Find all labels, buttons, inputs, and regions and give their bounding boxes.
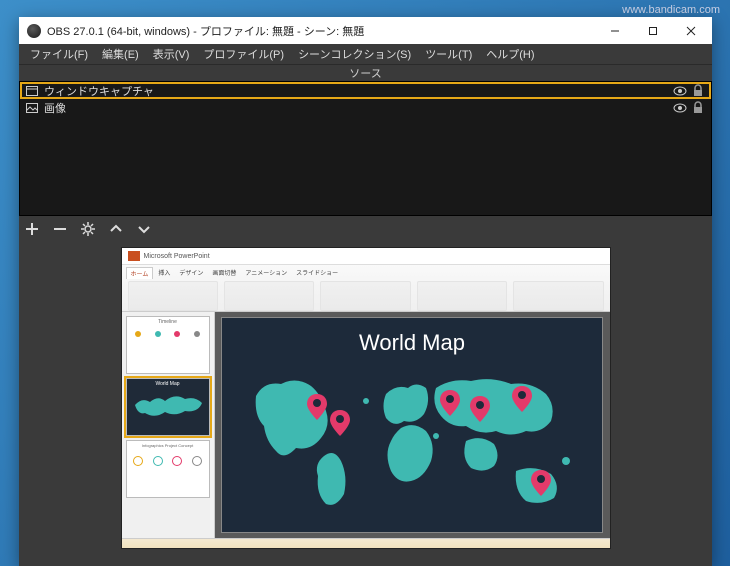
ribbon-tab: デザイン (175, 267, 207, 279)
move-up-button[interactable] (109, 222, 123, 236)
sources-toolbar (19, 216, 712, 242)
menubar: ファイル(F) 編集(E) 表示(V) プロファイル(P) シーンコレクション(… (19, 44, 712, 64)
thumb-label: Infographics Project Concept (129, 443, 207, 448)
powerpoint-titlebar: Microsoft PowerPoint (122, 248, 610, 265)
menu-edit[interactable]: 編集(E) (95, 44, 146, 64)
window-title: OBS 27.0.1 (64-bit, windows) - プロファイル: 無… (47, 23, 596, 39)
ribbon-tab: アニメーション (241, 267, 291, 279)
remove-source-button[interactable] (53, 222, 67, 236)
menu-scene-collection[interactable]: シーンコレクション(S) (291, 44, 418, 64)
menu-tools[interactable]: ツール(T) (418, 44, 479, 64)
menu-help[interactable]: ヘルプ(H) (479, 44, 541, 64)
world-map-graphic (236, 366, 588, 522)
map-pin-icon (330, 410, 350, 436)
obs-window: OBS 27.0.1 (64-bit, windows) - プロファイル: 無… (19, 17, 712, 566)
ribbon-tab: 挿入 (154, 267, 174, 279)
map-pin-icon (470, 396, 490, 422)
source-properties-button[interactable] (81, 222, 95, 236)
slide-thumb: Infographics Project Concept (126, 440, 210, 498)
minimize-button[interactable] (596, 17, 634, 44)
visibility-icon[interactable] (673, 84, 687, 98)
close-button[interactable] (672, 17, 710, 44)
sources-list: ウィンドウキャプチャ 画像 (19, 81, 712, 216)
slide-thumb: Timeline (126, 316, 210, 374)
preview-area: Microsoft PowerPoint ホーム 挿入 デザイン 画面切替 アニ… (19, 242, 712, 566)
menu-profile[interactable]: プロファイル(P) (196, 44, 291, 64)
desktop-background: www.bandicam.com OBS 27.0.1 (64-bit, win… (0, 0, 730, 566)
window-icon (26, 86, 38, 96)
thumb-label: Timeline (129, 319, 207, 325)
source-label: ウィンドウキャプチャ (44, 83, 669, 99)
visibility-icon[interactable] (673, 101, 687, 115)
powerpoint-ribbon: ホーム 挿入 デザイン 画面切替 アニメーション スライドショー (122, 265, 610, 312)
image-icon (26, 103, 38, 113)
lock-icon[interactable] (691, 84, 705, 98)
ribbon-tab: ホーム (126, 267, 154, 279)
map-pin-icon (440, 390, 460, 416)
map-pin-icon (307, 394, 327, 420)
powerpoint-statusbar (122, 538, 610, 548)
slide-thumbnails: Timeline World Map Infographics Project … (122, 312, 215, 538)
source-item-window-capture[interactable]: ウィンドウキャプチャ (20, 82, 711, 99)
menu-view[interactable]: 表示(V) (146, 44, 197, 64)
ribbon-tab: スライドショー (292, 267, 342, 279)
watermark-text: www.bandicam.com (622, 4, 720, 16)
slide-title-text: World Map (222, 330, 602, 356)
sources-panel-header: ソース (19, 64, 712, 81)
slide-thumb-selected: World Map (126, 378, 210, 436)
slide-editor: World Map (215, 312, 610, 538)
menu-file[interactable]: ファイル(F) (23, 44, 95, 64)
map-pin-icon (512, 386, 532, 412)
source-label: 画像 (44, 100, 669, 116)
lock-icon[interactable] (691, 101, 705, 115)
ribbon-tab: 画面切替 (208, 267, 240, 279)
add-source-button[interactable] (25, 222, 39, 236)
captured-powerpoint-window: Microsoft PowerPoint ホーム 挿入 デザイン 画面切替 アニ… (122, 248, 610, 548)
map-pin-icon (531, 470, 551, 496)
titlebar[interactable]: OBS 27.0.1 (64-bit, windows) - プロファイル: 無… (19, 17, 712, 44)
powerpoint-app-name: Microsoft PowerPoint (144, 253, 210, 260)
move-down-button[interactable] (137, 222, 151, 236)
maximize-button[interactable] (634, 17, 672, 44)
source-item-image[interactable]: 画像 (20, 99, 711, 116)
slide-canvas: World Map (222, 318, 602, 532)
obs-logo-icon (27, 24, 41, 38)
